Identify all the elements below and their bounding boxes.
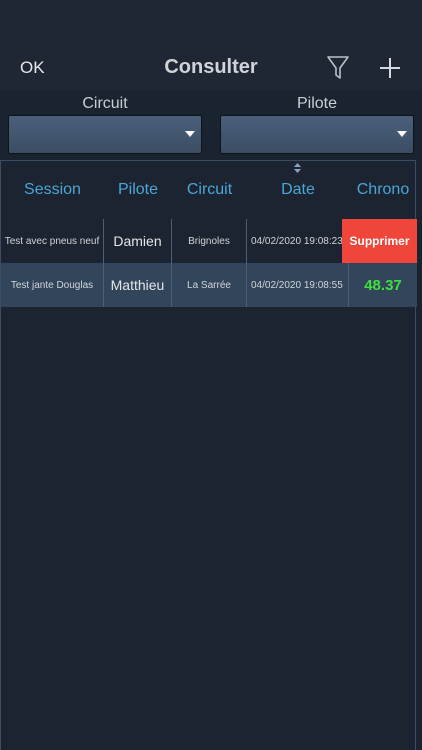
- pilote-cell: Damien: [104, 219, 172, 263]
- circuit-filter-label: Circuit: [82, 95, 128, 112]
- filters-bar: Circuit Pilote: [0, 90, 422, 160]
- circuit-cell: Brignoles: [172, 219, 247, 263]
- funnel-icon[interactable]: [326, 55, 350, 81]
- column-header-pilote[interactable]: Pilote: [104, 181, 172, 199]
- table-header: Session Pilote Circuit Date Chrono: [1, 161, 417, 219]
- session-cell: Test avec pneus neuf: [1, 219, 104, 263]
- navigation-bar: OK Consulter: [0, 0, 422, 90]
- table-row[interactable]: Test jante Douglas Matthieu La Sarrée 04…: [1, 263, 417, 307]
- sessions-table: Session Pilote Circuit Date Chrono Test …: [0, 160, 417, 750]
- date-cell: 04/02/2020 19:08:55: [247, 263, 349, 307]
- pilote-select[interactable]: [220, 115, 414, 154]
- column-header-session[interactable]: Session: [1, 181, 104, 199]
- circuit-cell: La Sarrée: [172, 263, 247, 307]
- chrono-cell: 48.37: [364, 276, 402, 294]
- session-cell: Test jante Douglas: [1, 263, 104, 307]
- delete-button[interactable]: Supprimer: [342, 219, 417, 263]
- pilote-filter-label: Pilote: [296, 95, 338, 112]
- column-header-circuit[interactable]: Circuit: [172, 181, 247, 199]
- plus-icon[interactable]: [378, 56, 402, 80]
- page-title: Consulter: [164, 56, 258, 78]
- column-header-chrono[interactable]: Chrono: [349, 181, 417, 199]
- date-cell: 04/02/2020 19:08:23: [251, 235, 343, 247]
- ok-button[interactable]: OK: [20, 58, 45, 78]
- pilote-cell: Matthieu: [104, 263, 172, 307]
- caret-down-icon: [185, 131, 195, 137]
- circuit-select[interactable]: [8, 115, 202, 154]
- caret-down-icon: [397, 131, 407, 137]
- column-header-date[interactable]: Date: [247, 181, 349, 199]
- table-row[interactable]: Test avec pneus neuf Damien Brignoles 04…: [1, 219, 417, 263]
